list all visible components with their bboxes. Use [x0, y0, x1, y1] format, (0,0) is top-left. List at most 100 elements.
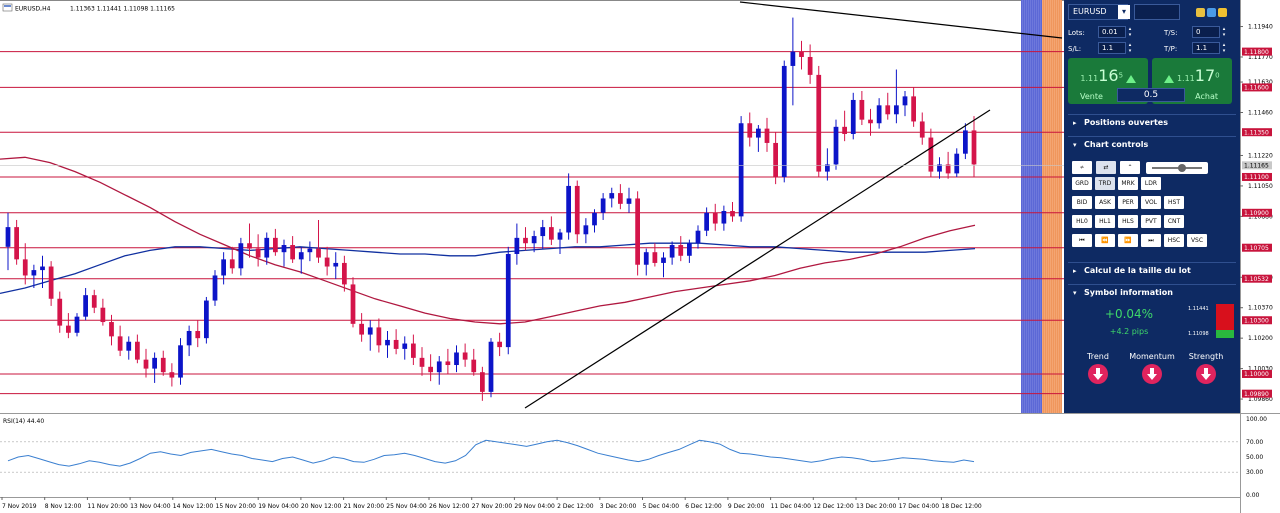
- zoom-slider[interactable]: [1146, 162, 1208, 174]
- candle-body: [652, 252, 658, 263]
- time-tick-label: 3 Dec 20:00: [600, 503, 637, 510]
- btn-hls[interactable]: HLS: [1118, 215, 1138, 228]
- candle-body: [971, 130, 977, 165]
- time-tick-label: 26 Nov 12:00: [429, 503, 470, 510]
- candle-body: [816, 74, 822, 172]
- symbol-search-input[interactable]: [1134, 4, 1180, 20]
- candle-body: [48, 266, 54, 299]
- arrow-up-icon: [1125, 74, 1136, 83]
- btn-nav-3[interactable]: ⏭: [1141, 234, 1161, 247]
- candle-body: [454, 352, 459, 366]
- sell-price: 1.11165: [1068, 66, 1148, 85]
- btn-nav-1[interactable]: ⏪: [1095, 234, 1115, 247]
- price-tick-label: 1.11460: [1248, 110, 1273, 117]
- candle-body: [626, 198, 632, 204]
- candle-body: [807, 56, 813, 75]
- candle-body: [790, 51, 796, 66]
- lots-stepper[interactable]: ▴ ▾: [1127, 26, 1133, 38]
- buy-label: Achat: [1195, 92, 1218, 101]
- btn-mrk[interactable]: MRK: [1118, 177, 1138, 190]
- candle-body: [661, 257, 666, 263]
- btn-nav-2[interactable]: ⏩: [1118, 234, 1138, 247]
- btn-nav-0[interactable]: ⏮: [1072, 234, 1092, 247]
- candle-body: [402, 343, 408, 349]
- indicator-trend-arrow-down-icon: [1088, 364, 1108, 384]
- sl-input[interactable]: 1.1: [1098, 42, 1126, 54]
- indicator-label-momentum: Momentum: [1129, 352, 1175, 361]
- slider-knob[interactable]: [1178, 164, 1186, 172]
- session-bands: [1021, 0, 1062, 413]
- level-label: 1.09890: [1244, 391, 1269, 398]
- candle-body: [5, 227, 11, 247]
- btn-nav-4[interactable]: HSC: [1164, 234, 1184, 247]
- btn-vol[interactable]: VOL: [1141, 196, 1161, 209]
- btn-per[interactable]: PER: [1118, 196, 1138, 209]
- candle-body: [911, 96, 916, 122]
- btn-cnt[interactable]: CNT: [1164, 215, 1184, 228]
- candle-body: [264, 237, 270, 258]
- level-label: 1.10000: [1244, 371, 1269, 378]
- sl-stepper[interactable]: ▴ ▾: [1127, 42, 1133, 54]
- candle-body: [83, 295, 88, 317]
- menu-icon[interactable]: [1218, 8, 1227, 17]
- btn-bid[interactable]: BID: [1072, 196, 1092, 209]
- btn-ask[interactable]: ASK: [1095, 196, 1115, 209]
- chart-control-icon-1[interactable]: ⇄: [1096, 161, 1116, 174]
- time-tick-label: 29 Nov 04:00: [514, 503, 555, 510]
- candle-body: [117, 336, 123, 351]
- tp-input[interactable]: 1.1: [1192, 42, 1220, 54]
- indicator-label-trend: Trend: [1087, 352, 1109, 361]
- candle-body: [618, 193, 623, 204]
- btn-nav-5[interactable]: VSC: [1187, 234, 1207, 247]
- candle-body: [307, 248, 313, 253]
- chart-control-icon-0[interactable]: ≁: [1072, 161, 1092, 174]
- candle-body: [747, 123, 753, 138]
- btn-trd[interactable]: TRD: [1095, 177, 1115, 190]
- level-label: 1.11600: [1244, 85, 1269, 92]
- time-tick-label: 21 Nov 20:00: [344, 503, 385, 510]
- btn-hl1[interactable]: HL1: [1095, 215, 1115, 228]
- tp-stepper[interactable]: ▴ ▾: [1221, 42, 1227, 54]
- time-tick-label: 11 Nov 20:00: [87, 503, 128, 510]
- candle-body: [945, 164, 951, 174]
- candle-body: [678, 245, 684, 256]
- candle-body: [704, 212, 709, 231]
- chart-control-icon-2[interactable]: ⌃: [1120, 161, 1140, 174]
- lots-label: Lots:: [1068, 29, 1085, 37]
- caret-right-icon: ▸: [1073, 119, 1077, 127]
- lot-calc-section-header[interactable]: ▸ Calcul de la taille du lot: [1068, 262, 1236, 278]
- candle-body: [583, 225, 589, 235]
- positions-section-header[interactable]: ▸ Positions ouvertes: [1068, 114, 1236, 130]
- candle-body: [669, 245, 675, 258]
- candle-body: [152, 357, 157, 369]
- time-tick-label: 27 Nov 20:00: [472, 503, 513, 510]
- ts-stepper[interactable]: ▴ ▾: [1221, 26, 1227, 38]
- candle-body: [894, 105, 899, 115]
- candle-body: [31, 270, 37, 276]
- candle-body: [238, 243, 244, 269]
- slider-line: [1152, 167, 1202, 169]
- chevron-down-icon[interactable]: ▾: [1118, 5, 1130, 19]
- time-tick-label: 8 Nov 12:00: [45, 503, 82, 510]
- candle-body: [419, 357, 425, 367]
- candle-body: [204, 300, 209, 339]
- arrow-up-icon: [1164, 74, 1175, 83]
- btn-ldr[interactable]: LDR: [1141, 177, 1161, 190]
- btn-pvt[interactable]: PVT: [1141, 215, 1161, 228]
- lots-input[interactable]: 0.01: [1098, 26, 1126, 38]
- candle-body: [74, 316, 80, 333]
- time-tick-label: 25 Nov 04:00: [386, 503, 427, 510]
- time-tick-label: 19 Nov 04:00: [258, 503, 299, 510]
- lot-calc-section-title: Calcul de la taille du lot: [1084, 266, 1191, 275]
- candle-body: [549, 227, 554, 240]
- settings-icon[interactable]: [1207, 8, 1216, 17]
- ts-input[interactable]: 0: [1192, 26, 1220, 38]
- btn-hst[interactable]: HST: [1164, 196, 1184, 209]
- chart-controls-section-header[interactable]: ▾ Chart controls: [1068, 136, 1236, 152]
- candle-body: [764, 128, 770, 143]
- symbol-info-section-header[interactable]: ▾ Symbol information: [1068, 284, 1236, 300]
- rsi-window: RSI(14) 44.40 100.00 70.00 50.00 30.00 0.00: [0, 416, 1267, 499]
- btn-grd[interactable]: GRD: [1072, 177, 1092, 190]
- link-icon[interactable]: [1196, 8, 1205, 17]
- btn-hl0[interactable]: HL0: [1072, 215, 1092, 228]
